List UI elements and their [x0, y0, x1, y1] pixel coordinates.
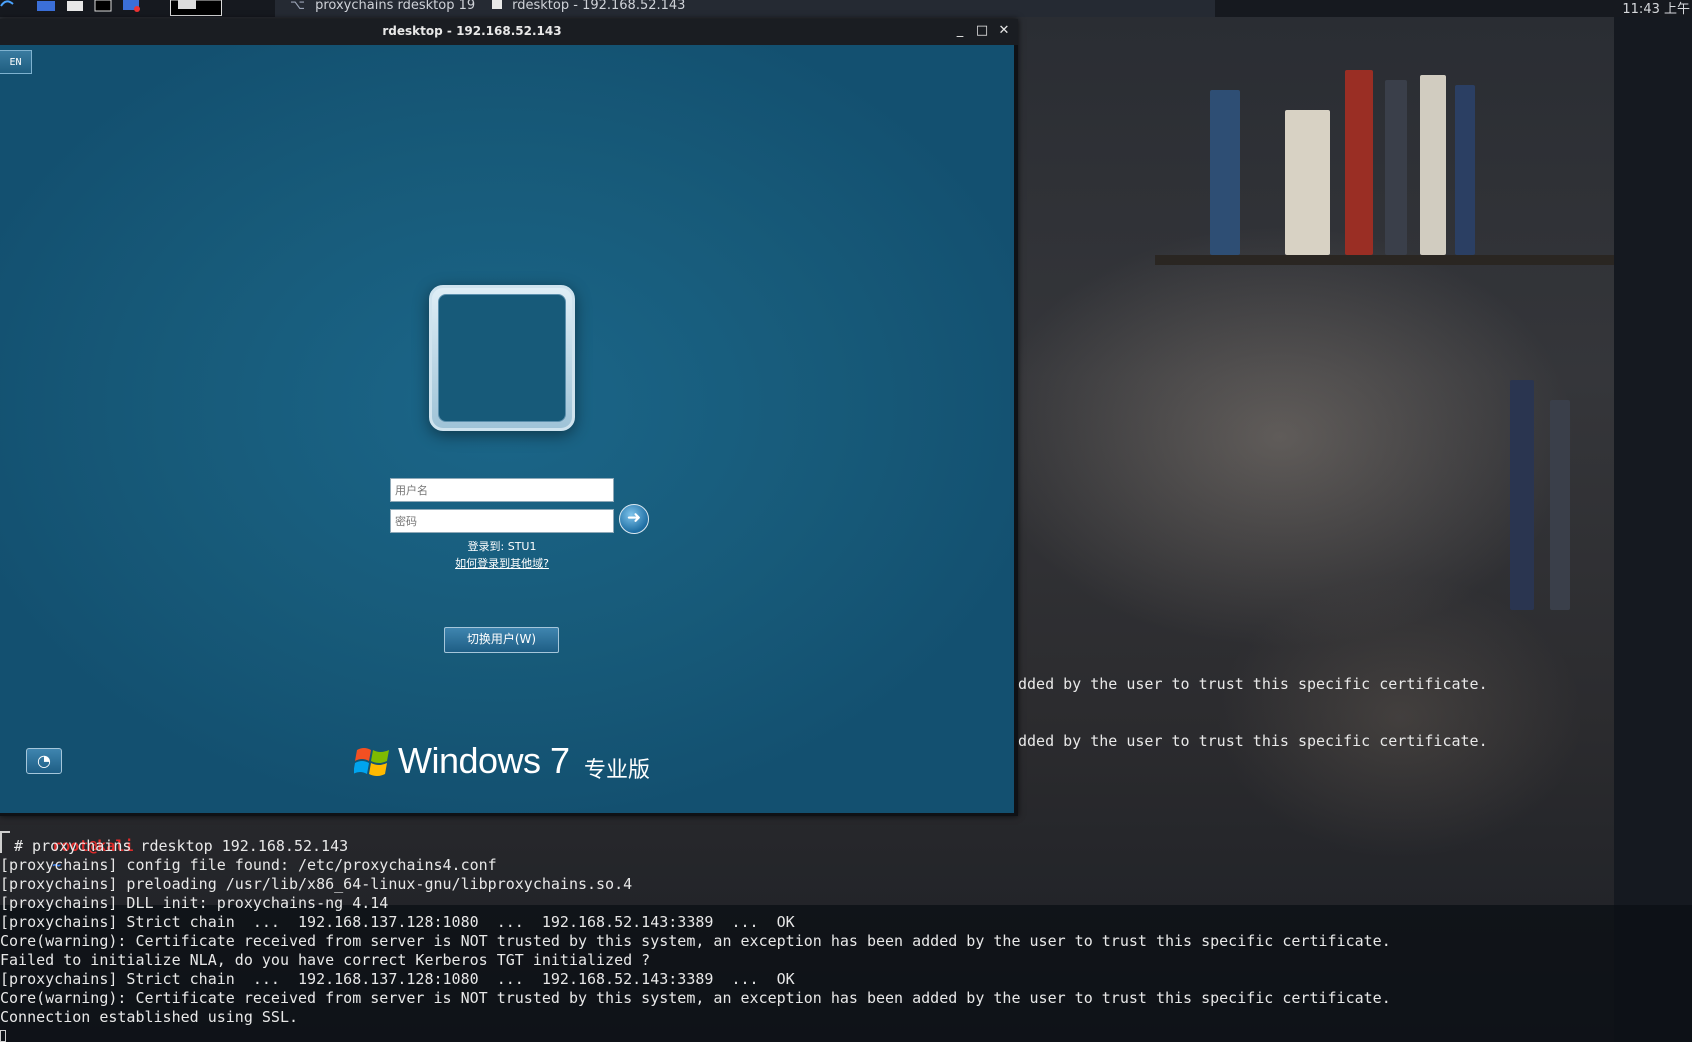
command-line: # proxychains rdesktop 192.168.52.143	[14, 837, 349, 855]
task-label: proxychains rdesktop 19...	[315, 0, 475, 13]
arrow-right-icon: ➜	[626, 508, 642, 528]
terminal-line: Failed to initialize NLA, do you have co…	[0, 951, 651, 969]
logon-domain-text: 登录到: STU1	[467, 540, 537, 553]
brand-edition: 专业版	[584, 758, 651, 783]
window-titlebar[interactable]: rdesktop - 192.168.52.143 _ □ ✕	[0, 19, 1018, 45]
terminal-line: [proxychains] preloading /usr/lib/x86_64…	[0, 875, 633, 893]
terminal-line-partial: dded by the user to trust this specific …	[1018, 732, 1488, 750]
terminal-line: Core(warning): Certificate received from…	[0, 932, 1391, 950]
wallpaper-book	[1455, 85, 1475, 255]
terminal-launcher-icon[interactable]	[94, 0, 112, 12]
window-icon	[492, 0, 502, 9]
wallpaper-shelf	[1155, 255, 1615, 265]
language-button[interactable]: EN	[0, 50, 32, 74]
close-button[interactable]: ✕	[996, 23, 1012, 39]
ease-of-access-icon: ◔	[37, 751, 51, 770]
wallpaper-book	[1345, 70, 1373, 255]
terminal-cursor	[0, 1030, 6, 1042]
maximize-button[interactable]: □	[974, 23, 990, 39]
ease-of-access-button[interactable]: ◔	[26, 748, 62, 774]
other-domain-link[interactable]: 如何登录到其他域?	[390, 555, 614, 571]
terminal-line: [proxychains] Strict chain ... 192.168.1…	[0, 913, 795, 931]
task-terminal[interactable]: ⌥ proxychains rdesktop 19...	[275, 0, 475, 17]
taskbar: ⌥ proxychains rdesktop 19... rdesktop - …	[275, 0, 1215, 17]
wallpaper-book	[1420, 75, 1446, 255]
avatar-frame-inner	[438, 294, 566, 422]
wallpaper-book	[1510, 380, 1534, 610]
brand-name: Windows 7	[398, 740, 570, 781]
switch-user-button[interactable]: 切换用户(W)	[444, 627, 559, 653]
terminal-line: [proxychains] config file found: /etc/pr…	[0, 856, 497, 874]
minimize-button[interactable]: _	[952, 23, 968, 39]
terminal-line: Core(warning): Certificate received from…	[0, 989, 1391, 1007]
file-manager-icon[interactable]	[66, 0, 84, 12]
terminal-output: root@kali ~ # proxychains rdesktop 192.1…	[0, 818, 1692, 1042]
windows-logo-icon	[354, 748, 389, 776]
terminal-line: [proxychains] Strict chain ... 192.168.1…	[0, 970, 795, 988]
terminal-line: [proxychains] DLL init: proxychains-ng 4…	[0, 894, 389, 912]
terminal-icon: ⌥	[290, 0, 305, 13]
kali-menu-icon[interactable]	[0, 0, 14, 12]
task-rdesktop[interactable]: rdesktop - 192.168.52.143	[490, 0, 690, 17]
top-panel: ⌥ proxychains rdesktop 19... rdesktop - …	[0, 0, 1692, 17]
wallpaper-book	[1550, 400, 1570, 610]
terminal-line-partial: dded by the user to trust this specific …	[1018, 675, 1488, 693]
username-input[interactable]	[390, 478, 614, 502]
panel-clock[interactable]: 11:43 上午	[1622, 0, 1690, 17]
password-input[interactable]	[390, 509, 614, 533]
task-label: rdesktop - 192.168.52.143	[512, 0, 686, 13]
window-title: rdesktop - 192.168.52.143	[382, 24, 562, 38]
show-desktop-icon[interactable]	[36, 0, 56, 12]
wallpaper-book	[1210, 90, 1240, 255]
user-avatar-tile	[429, 285, 575, 431]
windows-logon-screen: EN ➜ 登录到: STU1 如何登录到其他域? 切换用户(W) ◔ Windo…	[0, 45, 1014, 813]
browser-launcher-icon[interactable]	[122, 0, 142, 12]
prompt-line: root@kali ~	[16, 818, 133, 874]
wallpaper-book	[1285, 110, 1330, 255]
workspace-switcher-icon[interactable]	[170, 0, 222, 16]
wallpaper-book	[1385, 80, 1407, 255]
rdesktop-window: rdesktop - 192.168.52.143 _ □ ✕ EN ➜ 登录到…	[0, 19, 1018, 816]
terminal-line: Connection established using SSL.	[0, 1008, 299, 1026]
submit-arrow-button[interactable]: ➜	[619, 504, 649, 534]
